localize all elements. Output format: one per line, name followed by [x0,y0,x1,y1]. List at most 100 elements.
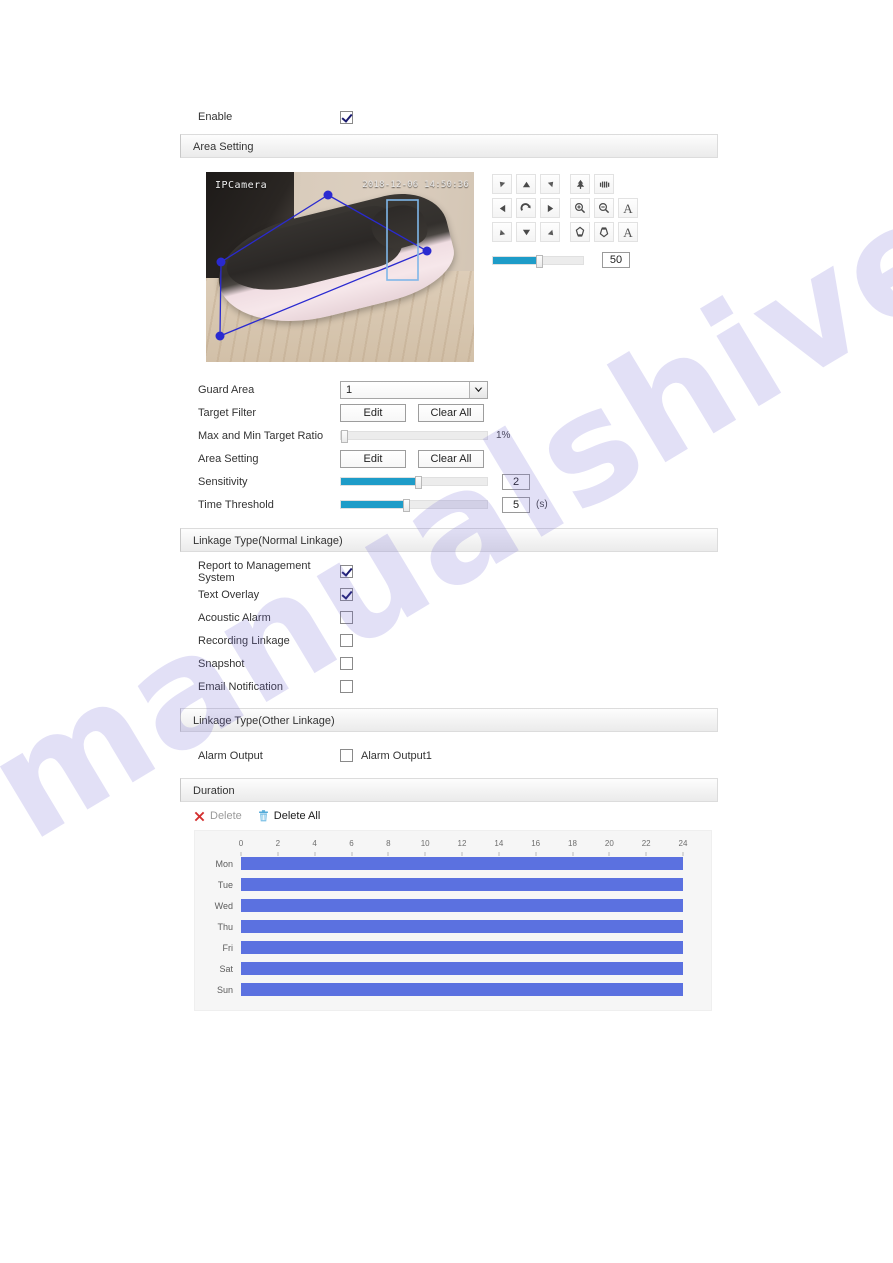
ptz-speed-knob[interactable] [536,254,543,268]
ptz-pan-down-right-button[interactable] [540,222,560,242]
schedule-row: Thu [195,916,711,937]
arrow-up-left-icon [499,181,505,187]
delete-all-button-label: Delete All [273,810,321,822]
region-vertex [216,257,226,267]
alarm-output-row: Alarm Output Alarm Output1 [180,744,718,767]
schedule-track[interactable] [241,920,683,933]
ptz-pan-down-left-button[interactable] [492,222,512,242]
ptz-iris-open-button[interactable] [570,174,590,194]
schedule-track[interactable] [241,899,683,912]
schedule-track[interactable] [241,857,683,870]
arrow-down-left-icon [499,229,505,235]
axis-tick-label: 22 [641,839,651,848]
ptz-pan-left-button[interactable] [492,198,512,218]
linkage-checkbox[interactable] [340,657,353,670]
time-threshold-knob[interactable] [403,499,411,512]
delete-button[interactable]: Delete [194,810,242,822]
chevron-down-icon[interactable] [469,381,487,398]
ptz-iris-close-button[interactable] [594,174,614,194]
detection-region-overlay[interactable] [206,172,474,362]
ptz-pan-up-left-button[interactable] [492,174,512,194]
sensitivity-knob[interactable] [414,476,422,489]
ptz-speed-value[interactable]: 50 [602,252,630,268]
ptz-zoom-out-button[interactable] [594,198,614,218]
time-threshold-slider[interactable] [340,499,488,512]
ptz-zoom-in-button[interactable] [570,198,590,218]
linkage-checkbox[interactable] [340,565,353,578]
sensitivity-row: Sensitivity 2 [180,470,718,493]
schedule-bar[interactable] [241,941,683,954]
time-threshold-row: Time Threshold 5 (s) [180,493,718,516]
target-ratio-slider[interactable] [340,430,488,443]
region-vertex [323,190,333,200]
linkage-label: Recording Linkage [198,634,290,647]
video-preview[interactable]: IPCamera 2018-12-06 14:50:36 [206,172,474,362]
duration-schedule[interactable]: 0 2 4 6 8 10 12 14 16 18 20 22 24 Mon Tue Wed Thu Fri Sat… [194,830,712,1011]
schedule-bar[interactable] [241,878,683,891]
schedule-bar[interactable] [241,920,683,933]
schedule-track[interactable] [241,983,683,996]
target-ratio-knob[interactable] [341,430,348,443]
time-threshold-label: Time Threshold [198,498,274,511]
sensitivity-value[interactable]: 2 [502,473,530,490]
axis-tick-label: 18 [568,839,577,848]
ptz-speed-fill [493,256,539,264]
arrow-up-right-icon [547,181,553,187]
ptz-pan-up-button[interactable] [516,174,536,194]
schedule-track[interactable] [241,962,683,975]
linkage-label: Text Overlay [198,588,260,601]
linkage-row: Report to Management System [180,559,718,584]
delete-all-button[interactable]: Delete All [258,810,320,822]
schedule-track[interactable] [241,878,683,891]
linkage-label: Acoustic Alarm [198,611,271,624]
schedule-bar[interactable] [241,857,683,870]
schedule-track[interactable] [241,941,683,954]
axis-tick-label: 12 [457,839,467,848]
target-ratio-label: Max and Min Target Ratio [198,429,324,442]
linkage-row: Text Overlay [180,583,718,606]
alarm-output-1-checkbox[interactable] [340,749,353,762]
arrow-down-icon [522,229,530,235]
schedule-row: Wed [195,895,711,916]
axis-tick-mark [682,852,684,856]
axis-tick-label: 16 [531,839,541,848]
schedule-bar[interactable] [241,899,683,912]
ptz-auto-scan-button[interactable] [516,198,536,218]
target-filter-edit-button[interactable]: Edit [340,403,406,422]
linkage-checkbox[interactable] [340,611,353,624]
linkage-label: Report to Management System [198,559,311,584]
guard-area-polygon [219,194,429,337]
axis-tick-mark [645,852,647,856]
enable-checkbox[interactable] [340,110,353,124]
section-header-linkage-normal: Linkage Type(Normal Linkage) [180,528,718,552]
arrow-down-right-icon [547,229,553,235]
time-threshold-value[interactable]: 5 [502,496,530,513]
area-setting-clear-all-button[interactable]: Clear All [418,449,484,468]
ptz-focus-near-button[interactable] [570,222,590,242]
ptz-pan-down-button[interactable] [516,222,536,242]
linkage-row: Email Notification [180,675,718,698]
zoom-in-icon [574,202,586,214]
sensitivity-slider[interactable] [340,476,488,489]
area-settings-list: Guard Area 1 Target Filter Edit Clear Al… [180,368,718,516]
schedule-bar[interactable] [241,983,683,996]
linkage-checkbox[interactable] [340,634,353,647]
ptz-speed-slider[interactable] [492,254,584,268]
axis-tick-mark [608,852,610,856]
target-filter-clear-all-button[interactable]: Clear All [418,403,484,422]
linkage-checkbox[interactable] [340,680,353,693]
ptz-focus-auto-label: A [623,224,633,240]
ptz-focus-auto-button[interactable]: A [618,222,638,242]
ptz-zoom-auto-button[interactable]: A [618,198,638,218]
axis-tick-label: 14 [494,839,504,848]
linkage-checkbox[interactable] [340,588,353,601]
guard-area-select[interactable]: 1 [340,380,488,399]
alarm-output-label: Alarm Output [198,749,263,762]
ptz-pan-up-right-button[interactable] [540,174,560,194]
schedule-bar[interactable] [241,962,683,975]
ptz-focus-far-button[interactable] [594,222,614,242]
target-filter-rect [386,199,419,281]
schedule-rows: Mon Tue Wed Thu Fri Sat Sun [195,853,711,1000]
area-setting-edit-button[interactable]: Edit [340,449,406,468]
ptz-pan-right-button[interactable] [540,198,560,218]
